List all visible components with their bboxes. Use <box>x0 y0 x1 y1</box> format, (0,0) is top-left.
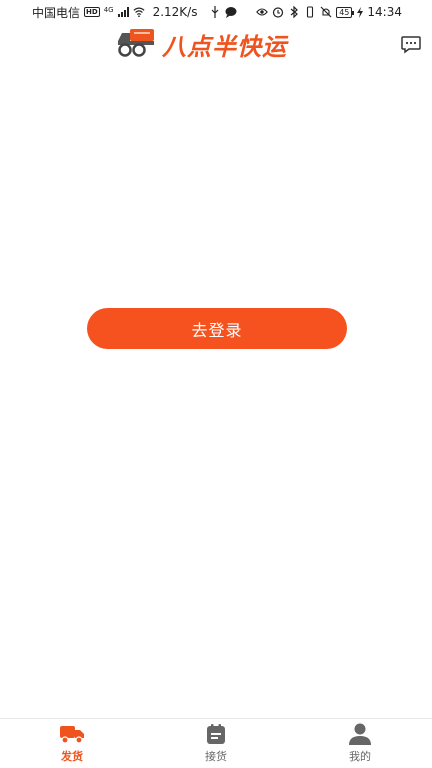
clock-time: 14:34 <box>367 5 402 19</box>
eye-icon <box>256 6 269 18</box>
tab-label: 发货 <box>61 750 83 763</box>
tab-ship[interactable]: 发货 <box>0 719 144 768</box>
tab-label: 我的 <box>349 750 371 763</box>
usb-icon <box>209 6 221 18</box>
charging-icon <box>356 6 363 18</box>
app-header: 八点半快运 <box>0 24 432 64</box>
truck-icon <box>59 723 85 745</box>
mute-bell-icon <box>320 6 332 18</box>
message-notification-icon <box>225 6 237 18</box>
battery-indicator: 45 <box>336 6 355 18</box>
bottom-tab-bar: 发货 接货 我的 <box>0 718 432 768</box>
tab-label: 接货 <box>205 750 227 763</box>
truck-logo-icon <box>112 27 158 61</box>
chat-bubble-icon <box>401 36 421 54</box>
carrier-name: 中国电信 <box>32 5 81 20</box>
message-button[interactable] <box>400 33 422 55</box>
network-type: 4G <box>103 5 114 14</box>
calendar-icon <box>203 723 229 745</box>
status-right: 45 14:34 <box>256 5 402 19</box>
app-logo: 八点半快运 <box>112 27 322 61</box>
login-button[interactable]: 去登录 <box>87 308 347 349</box>
status-left: 中国电信 HD 4G 2.12K/s <box>32 4 237 21</box>
bluetooth-icon <box>288 6 300 18</box>
status-bar: 中国电信 HD 4G 2.12K/s 45 14:34 <box>0 0 432 24</box>
logo-text: 八点半快运 <box>162 32 287 61</box>
signal-icon <box>117 7 129 17</box>
alarm-icon <box>272 6 284 18</box>
main-content: 去登录 <box>0 64 432 718</box>
wifi-icon <box>133 6 145 18</box>
person-icon <box>347 723 373 745</box>
hd-badge: HD <box>84 7 100 17</box>
tab-receive[interactable]: 接货 <box>144 719 288 768</box>
network-speed: 2.12K/s <box>152 5 198 19</box>
tab-mine[interactable]: 我的 <box>288 719 432 768</box>
vibrate-icon <box>304 6 316 18</box>
